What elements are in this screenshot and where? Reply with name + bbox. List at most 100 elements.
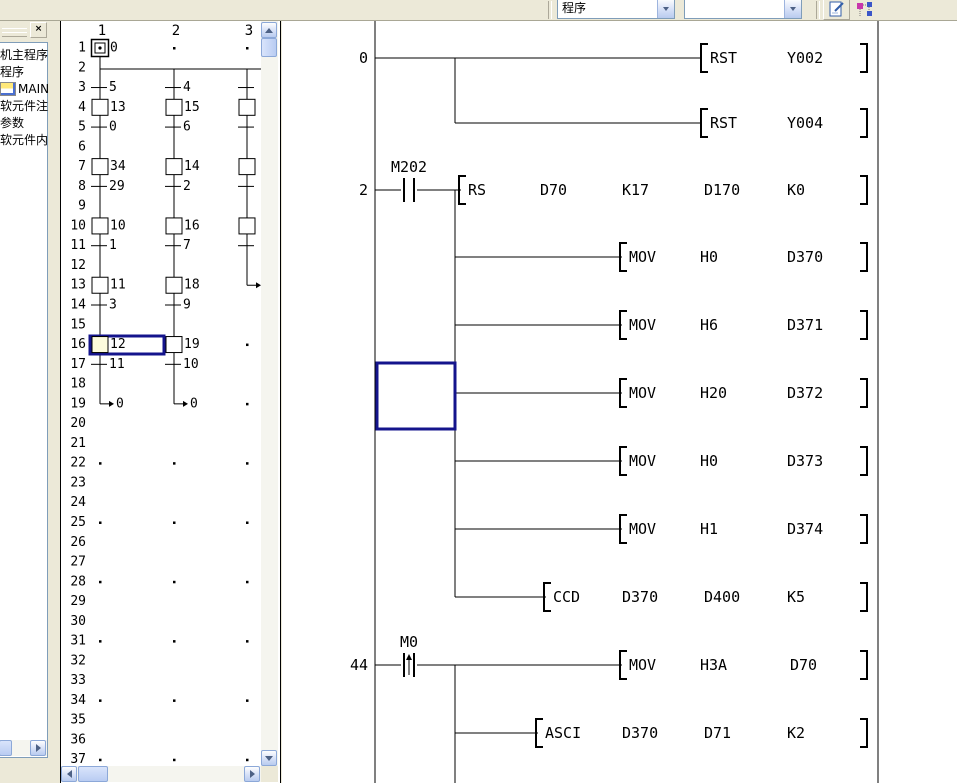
instruction-arg[interactable]: D373: [787, 452, 823, 470]
sfc-row-number: 29: [70, 594, 86, 609]
instruction-op[interactable]: MOV: [629, 384, 656, 402]
tree-item-label: 软元件内: [0, 131, 48, 148]
scroll-right-button[interactable]: [244, 766, 260, 782]
scroll-left-button[interactable]: [61, 766, 77, 782]
instruction-arg[interactable]: K2: [787, 724, 805, 742]
instruction-arg[interactable]: D370: [787, 248, 823, 266]
scroll-down-button[interactable]: [261, 750, 277, 766]
instruction-arg[interactable]: D370: [622, 724, 658, 742]
instruction-arg[interactable]: D70: [540, 181, 567, 199]
application-window: M202M00244RSTY002RSTY004RSD70K17D170K0MO…: [0, 0, 957, 783]
ladder-selection-cursor[interactable]: [377, 363, 455, 429]
tree-item-4[interactable]: 参数: [0, 114, 48, 131]
instruction-arg[interactable]: H1: [700, 520, 718, 538]
view-template-button[interactable]: [823, 0, 850, 20]
sfc-block-list-button[interactable]: [851, 0, 878, 20]
instruction-op[interactable]: MOV: [629, 316, 656, 334]
instruction-arg[interactable]: D374: [787, 520, 823, 538]
sfc-step-box[interactable]: [239, 218, 255, 234]
instruction-op[interactable]: MOV: [629, 248, 656, 266]
sfc-step-box[interactable]: [166, 337, 182, 353]
block-select-combobox[interactable]: [684, 0, 802, 19]
instruction-op[interactable]: MOV: [629, 520, 656, 538]
instruction-arg[interactable]: H0: [700, 248, 718, 266]
instruction-arg[interactable]: D170: [704, 181, 740, 199]
diagram-canvas: M202M00244RSTY002RSTY004RSD70K17D170K0MO…: [0, 0, 957, 783]
sfc-step-box[interactable]: [92, 99, 108, 115]
instruction-arg[interactable]: H3A: [700, 656, 727, 674]
scrollbar-thumb[interactable]: [261, 38, 277, 57]
close-panel-button[interactable]: ×: [30, 22, 47, 38]
instruction-op[interactable]: RS: [468, 181, 486, 199]
sfc-row-number: 27: [70, 555, 86, 570]
instruction-arg[interactable]: K0: [787, 181, 805, 199]
sfc-step-box[interactable]: [92, 218, 108, 234]
dock-gripper[interactable]: [2, 32, 27, 37]
toolbar: 程序: [0, 0, 957, 21]
sfc-step-box[interactable]: [92, 159, 108, 175]
sfc-step-box[interactable]: [166, 159, 182, 175]
sfc-step-number: 12: [110, 337, 126, 352]
instruction-op[interactable]: MOV: [629, 452, 656, 470]
document-magnifier-icon: [827, 1, 846, 18]
instruction-arg[interactable]: D71: [704, 724, 731, 742]
tree-item-main[interactable]: MAIN: [0, 80, 48, 97]
sfc-step-box[interactable]: [239, 99, 255, 115]
sfc-step-box[interactable]: [92, 337, 108, 353]
instruction-arg[interactable]: H6: [700, 316, 718, 334]
sfc-transition-number: 9: [183, 298, 191, 313]
sfc-row-number: 32: [70, 653, 86, 668]
instruction-arg[interactable]: K5: [787, 588, 805, 606]
instruction-op[interactable]: RST: [710, 114, 737, 132]
sfc-step-box[interactable]: [166, 277, 182, 293]
sfc-grid-dot: [173, 581, 176, 584]
instruction-op[interactable]: ASCI: [545, 724, 581, 742]
instruction-op[interactable]: CCD: [553, 588, 580, 606]
sfc-step-box[interactable]: [239, 159, 255, 175]
instruction-arg[interactable]: Y004: [787, 114, 823, 132]
sfc-row-number: 22: [70, 456, 86, 471]
sfc-vertical-scrollbar[interactable]: [261, 21, 278, 766]
sfc-step-box[interactable]: [166, 218, 182, 234]
instruction-op[interactable]: RST: [710, 49, 737, 67]
scroll-up-button[interactable]: [261, 22, 277, 38]
sfc-horizontal-scrollbar[interactable]: [61, 766, 261, 782]
instruction-arg[interactable]: D371: [787, 316, 823, 334]
instruction-arg[interactable]: D400: [704, 588, 740, 606]
chevron-down-icon: [663, 7, 669, 14]
tree-item-1[interactable]: 程序: [0, 63, 48, 80]
project-tree: 机主程序程序MAIN软元件注参数软元件内: [0, 46, 48, 148]
tree-item-3[interactable]: 软元件注: [0, 97, 48, 114]
sfc-row-number: 9: [78, 199, 86, 214]
sfc-step-number: 18: [184, 278, 200, 293]
sfc-step-box[interactable]: [166, 99, 182, 115]
scrollbar-thumb[interactable]: [0, 740, 12, 756]
rising-edge-arrowhead: [406, 654, 412, 660]
scroll-right-button[interactable]: [30, 740, 46, 756]
sfc-row-number: 3: [78, 80, 86, 95]
sfc-step-number: 16: [184, 218, 200, 233]
sfc-step-box[interactable]: [92, 277, 108, 293]
instruction-arg[interactable]: H20: [700, 384, 727, 402]
sfc-row-number: 21: [70, 436, 86, 451]
tree-item-0[interactable]: 机主程序: [0, 46, 48, 63]
instruction-arg[interactable]: D372: [787, 384, 823, 402]
program-type-combobox[interactable]: 程序: [557, 0, 675, 19]
tree-horizontal-scrollbar[interactable]: [0, 740, 47, 756]
instruction-arg[interactable]: K17: [622, 181, 649, 199]
sfc-transition-number: 4: [183, 80, 191, 95]
tree-item-5[interactable]: 软元件内: [0, 131, 48, 148]
block-select-dropdown-button[interactable]: [784, 0, 801, 18]
instruction-arg[interactable]: D370: [622, 588, 658, 606]
instruction-arg[interactable]: Y002: [787, 49, 823, 67]
project-tree-listbox[interactable]: [0, 42, 48, 758]
instruction-arg[interactable]: H0: [700, 452, 718, 470]
instruction-op[interactable]: MOV: [629, 656, 656, 674]
scrollbar-thumb[interactable]: [78, 766, 108, 782]
sfc-row-number: 16: [70, 337, 86, 352]
sfc-initial-step-dot: [98, 46, 101, 49]
tree-item-label: 软元件注: [0, 97, 48, 114]
program-type-dropdown-button[interactable]: [657, 0, 674, 18]
close-bracket: [860, 583, 867, 611]
instruction-arg[interactable]: D70: [790, 656, 817, 674]
